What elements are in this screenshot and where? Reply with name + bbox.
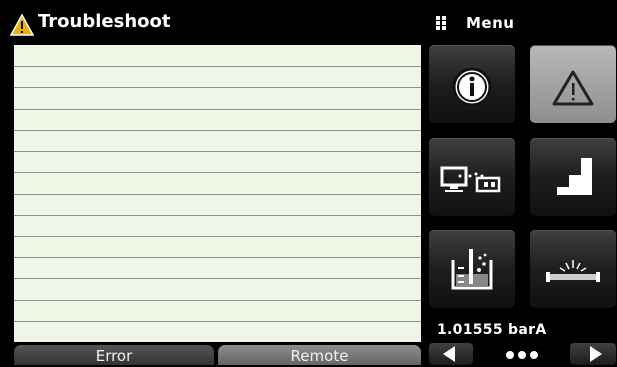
- arrow-right-icon: [590, 346, 602, 362]
- tab-error[interactable]: Error: [14, 345, 214, 365]
- page-indicator: [506, 349, 542, 361]
- log-row-divider: [14, 172, 421, 173]
- log-row-divider: [14, 257, 421, 258]
- grid-dots-icon: [436, 16, 450, 30]
- menu-header[interactable]: Menu: [436, 13, 616, 35]
- previous-page-button[interactable]: [429, 343, 473, 365]
- log-row-divider: [14, 151, 421, 152]
- log-row-divider: [14, 194, 421, 195]
- log-row-divider: [14, 215, 421, 216]
- error-log-panel[interactable]: [14, 45, 421, 342]
- log-row-divider: [14, 66, 421, 67]
- arrow-left-icon: [443, 346, 455, 362]
- log-row-divider: [14, 236, 421, 237]
- page-dot: [506, 351, 514, 359]
- warning-icon: [552, 70, 594, 106]
- sequence-button[interactable]: [530, 138, 616, 216]
- leak-test-icon: [451, 249, 493, 290]
- page-dot: [518, 351, 526, 359]
- warning-triangle-icon: [10, 14, 34, 36]
- log-row-divider: [14, 300, 421, 301]
- remote-computer-icon: [440, 166, 501, 193]
- page-dot: [530, 351, 538, 359]
- log-row-divider: [14, 109, 421, 110]
- pressure-reading: 1.01555 barA: [437, 322, 547, 338]
- leak-test-button[interactable]: [429, 230, 515, 308]
- next-page-button[interactable]: [570, 343, 616, 365]
- title-bar: Troubleshoot: [0, 0, 421, 44]
- troubleshoot-button[interactable]: [530, 45, 616, 123]
- burst-test-icon: [546, 260, 600, 282]
- menu-label: Menu: [466, 14, 515, 32]
- tab-remote[interactable]: Remote: [218, 345, 421, 365]
- page-title: Troubleshoot: [38, 11, 171, 32]
- info-button[interactable]: [429, 45, 515, 123]
- remote-button[interactable]: [429, 138, 515, 216]
- log-row-divider: [14, 321, 421, 322]
- step-sequence-icon: [557, 158, 592, 195]
- log-row-divider: [14, 87, 421, 88]
- log-row-divider: [14, 278, 421, 279]
- info-icon: [452, 67, 492, 107]
- burst-test-button[interactable]: [530, 230, 616, 308]
- log-row-divider: [14, 130, 421, 131]
